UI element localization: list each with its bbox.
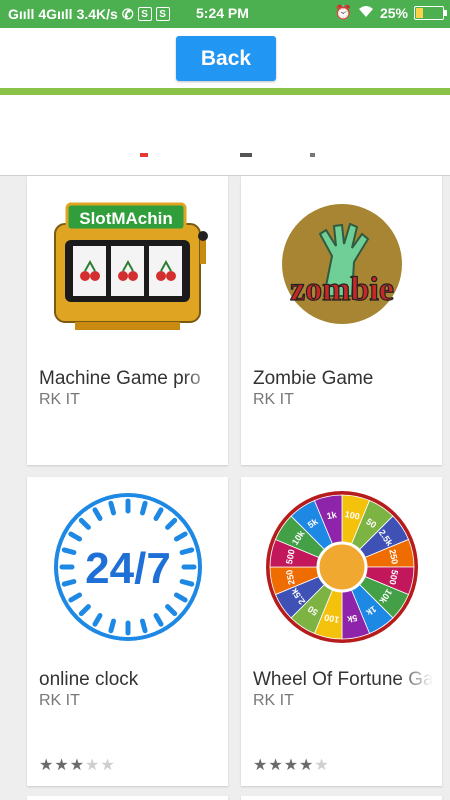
app-card-online-clock[interactable]: 24/7 online clock RK IT ★★★★★ bbox=[27, 477, 228, 786]
app-card-wheel-of-fortune[interactable]: 100 50 2.5k 250 500 10k 1k 5k 100 50 2.5k 250 500 10k… bbox=[241, 477, 442, 786]
battery-icon bbox=[414, 5, 447, 20]
banner-remnant bbox=[140, 153, 315, 157]
star-rating: ★★★★★ bbox=[253, 755, 330, 775]
app-title: Wheel Of Fortune Game bbox=[253, 669, 433, 690]
wifi-icon bbox=[358, 5, 374, 21]
app-card-partial[interactable] bbox=[241, 796, 442, 800]
status-time: 5:24 PM bbox=[196, 5, 249, 21]
star-filled-icon: ★ bbox=[283, 757, 300, 774]
s-icon: S bbox=[137, 7, 152, 21]
app-card-zombie-game[interactable]: zombie Zombie Game RK IT bbox=[241, 176, 442, 465]
app-card-partial[interactable] bbox=[27, 796, 228, 800]
star-empty-icon: ★ bbox=[100, 757, 116, 774]
accent-divider bbox=[0, 88, 450, 95]
whatsapp-icon: ✆ bbox=[121, 5, 134, 22]
app-title: Machine Game pro bbox=[39, 368, 201, 389]
battery-percent: 25% bbox=[379, 4, 408, 21]
slot-sign-text: SlotMAchin bbox=[79, 209, 173, 228]
alarm-icon: ⏰ bbox=[334, 4, 352, 20]
star-filled-icon: ★ bbox=[299, 757, 315, 774]
star-filled-icon: ★ bbox=[253, 757, 269, 774]
app-developer: RK IT bbox=[253, 692, 294, 709]
network-speed: 3.4K/s bbox=[76, 6, 118, 22]
status-bar: Gııll 4Gııll 3.4K/s ✆ S S 5:24 PM ⏰ 25% bbox=[0, 0, 450, 28]
star-rating: ★★★★★ bbox=[39, 755, 116, 775]
star-empty-icon: ★ bbox=[314, 757, 330, 774]
app-developer: RK IT bbox=[253, 391, 294, 408]
wheel-of-fortune-icon: 100 50 2.5k 250 500 10k 1k 5k 100 50 2.5k 250 500 10k… bbox=[241, 477, 442, 657]
app-grid: SlotMAchin Machine Game pro RK IT zombie… bbox=[0, 176, 450, 800]
clock-247-icon: 24/7 bbox=[27, 477, 228, 657]
star-filled-icon: ★ bbox=[69, 757, 86, 774]
signal-text: Gııll 4Gııll bbox=[8, 6, 73, 22]
zombie-logo-text: zombie bbox=[290, 271, 394, 308]
app-card-machine-game[interactable]: SlotMAchin Machine Game pro RK IT bbox=[27, 176, 228, 465]
back-button[interactable]: Back bbox=[176, 36, 276, 81]
zombie-icon: zombie bbox=[241, 176, 442, 356]
star-empty-icon: ★ bbox=[85, 757, 101, 774]
app-title: online clock bbox=[39, 669, 139, 690]
s-icon: S bbox=[155, 7, 170, 21]
star-filled-icon: ★ bbox=[54, 757, 70, 774]
app-title: Zombie Game bbox=[253, 368, 374, 389]
star-filled-icon: ★ bbox=[39, 757, 55, 774]
app-developer: RK IT bbox=[39, 391, 80, 408]
slot-machine-icon: SlotMAchin bbox=[27, 176, 228, 356]
app-developer: RK IT bbox=[39, 692, 80, 709]
clock-logo-text: 24/7 bbox=[85, 544, 171, 593]
star-filled-icon: ★ bbox=[268, 757, 284, 774]
header: Back bbox=[0, 28, 450, 176]
